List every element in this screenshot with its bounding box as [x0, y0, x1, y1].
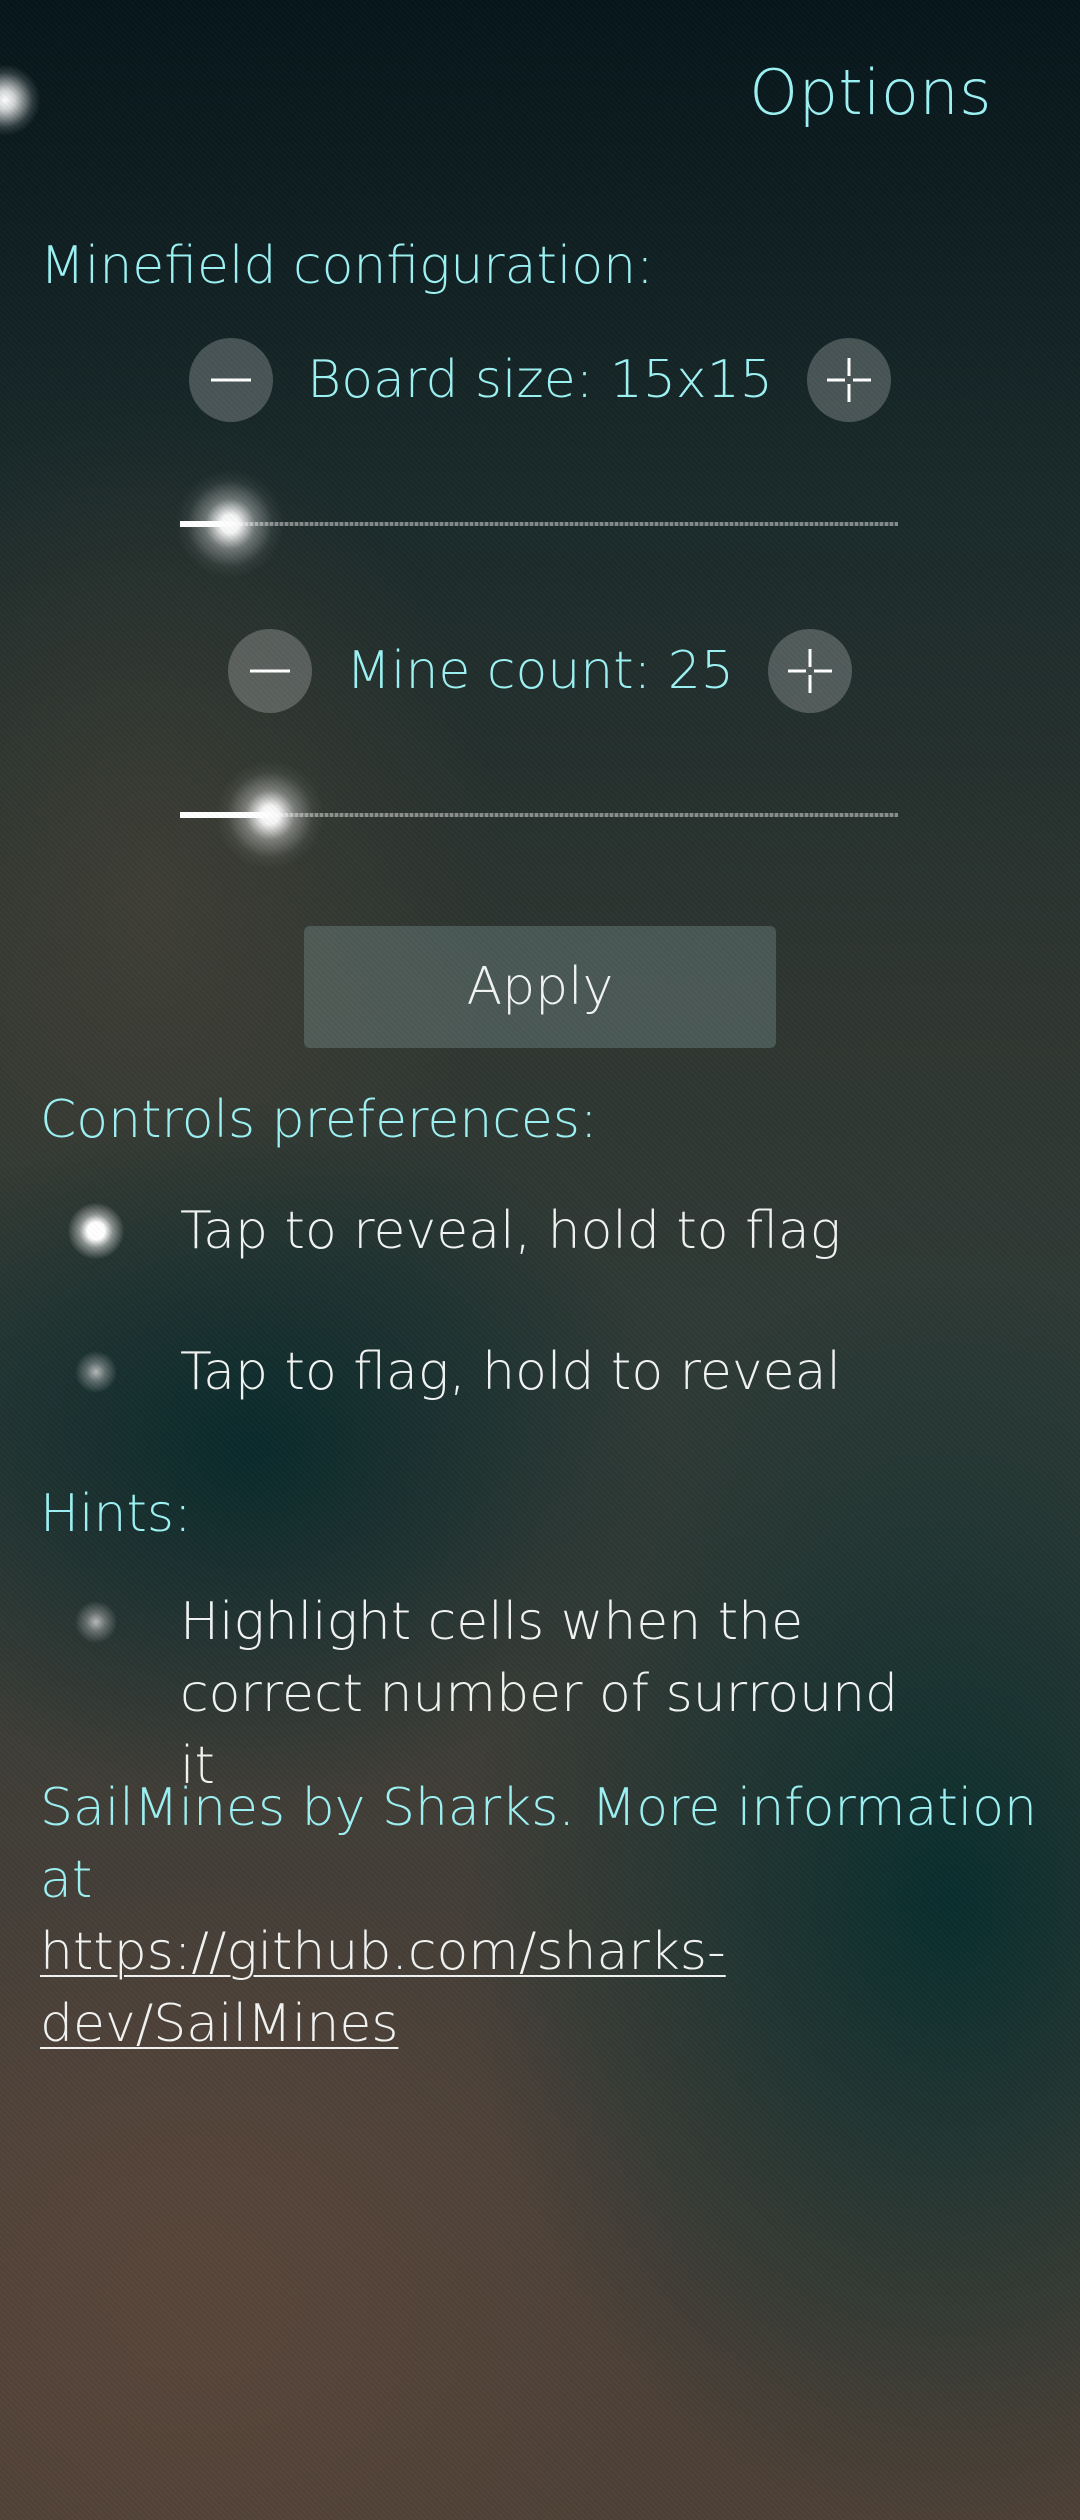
plus-icon	[787, 649, 832, 693]
board-size-increase-button[interactable]	[806, 338, 891, 422]
radio-indicator	[40, 1195, 180, 1267]
mine-count-increase-button[interactable]	[767, 629, 852, 713]
apply-button[interactable]: Apply	[304, 926, 776, 1048]
board-size-decrease-button[interactable]	[189, 338, 274, 422]
mine-count-stepper: Mine count: 25	[0, 628, 1080, 714]
page-title: Options	[749, 56, 992, 129]
minus-icon	[250, 669, 291, 673]
board-size-label: Board size: 15x15	[307, 350, 773, 410]
control-option-reveal[interactable]: Tap to reveal, hold to flag	[40, 1195, 841, 1267]
hints-section-header: Hints:	[40, 1484, 192, 1544]
mine-count-slider[interactable]	[180, 760, 898, 870]
switch-indicator	[40, 1586, 180, 1658]
slider-handle[interactable]	[215, 760, 325, 870]
mine-count-decrease-button[interactable]	[228, 629, 313, 713]
mine-count-label: Mine count: 25	[346, 641, 734, 701]
hint-highlight-label: Highlight cells when the correct number …	[180, 1592, 899, 1796]
control-option-label: Tap to flag, hold to reveal	[180, 1342, 841, 1402]
control-option-label: Tap to reveal, hold to flag	[180, 1201, 841, 1261]
board-size-stepper: Board size: 15x15	[0, 337, 1080, 423]
minefield-section-header: Minefield configuration:	[40, 236, 654, 296]
plus-icon	[826, 358, 871, 402]
hint-highlight-switch[interactable]: Highlight cells when the correct number …	[40, 1586, 940, 1802]
radio-indicator	[40, 1336, 180, 1408]
github-link[interactable]: https://github.com/sharks-dev/SailMines	[40, 1922, 726, 2054]
slider-track	[180, 522, 898, 526]
controls-section-header: Controls preferences:	[40, 1090, 598, 1150]
about-text: SailMines by Sharks. More information at…	[40, 1772, 1050, 2060]
minus-icon	[211, 378, 252, 382]
board-size-slider[interactable]	[175, 469, 898, 579]
pulley-menu-indicator	[0, 65, 40, 135]
control-option-flag[interactable]: Tap to flag, hold to reveal	[40, 1336, 841, 1408]
about-description: SailMines by Sharks. More information at	[40, 1778, 1037, 1910]
slider-handle[interactable]	[175, 469, 285, 579]
